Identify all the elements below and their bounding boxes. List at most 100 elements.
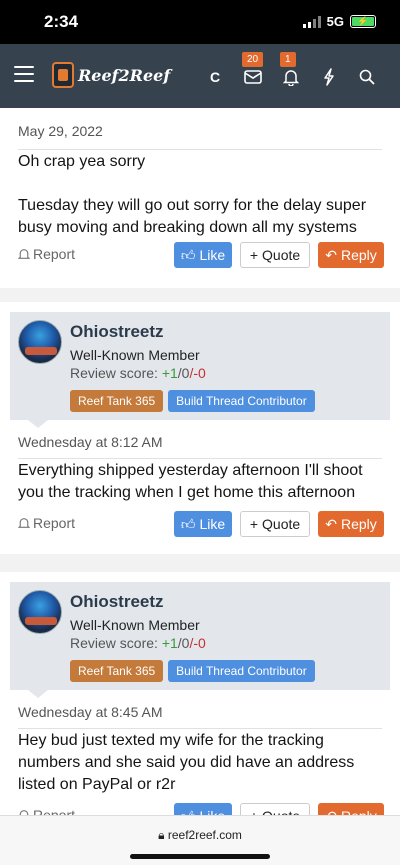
report-link[interactable]: Report (18, 515, 75, 531)
report-label: Report (33, 807, 76, 815)
like-label: Like (199, 516, 226, 532)
post-message: Everything shipped yesterday afternoon I… (18, 462, 363, 501)
plus-icon: + (249, 516, 259, 532)
username[interactable]: Ohiostreetz (70, 322, 164, 342)
bell-outline-icon (18, 517, 30, 528)
reply-label: Reply (340, 516, 377, 532)
reply-label: Reply (341, 808, 377, 815)
quote-button[interactable]: +Quote (240, 511, 310, 537)
reply-arrow-icon: ↶ (325, 246, 337, 263)
alerts-badge: 1 (280, 52, 296, 67)
message-line: Oh crap yea sorry (18, 153, 146, 170)
banner-build-thread: Build Thread Contributor (168, 660, 315, 682)
report-link[interactable]: Report (18, 246, 75, 262)
quote-button[interactable]: + Quote (240, 803, 310, 815)
like-button[interactable]: 👍︎Like (174, 511, 232, 537)
plus-icon: + (250, 808, 258, 815)
reply-arrow-icon: ↶ (325, 515, 337, 532)
inbox-badge: 20 (242, 52, 264, 67)
bell-icon (283, 69, 299, 86)
post-date: Wednesday at 8:12 AM (18, 434, 163, 450)
reply-arrow-icon: ↶ (325, 808, 337, 816)
lock-icon: 🔒︎ (158, 828, 165, 842)
score-negative: /-0 (189, 635, 206, 651)
lightning-icon (324, 68, 334, 86)
post-actions: Report 👍︎Like + Quote ↶ Reply (18, 803, 384, 815)
report-label: Report (33, 246, 76, 262)
inbox-button[interactable]: 20 (234, 52, 272, 88)
alerts-button[interactable]: 1 (272, 52, 310, 88)
post-divider (18, 149, 382, 150)
report-link[interactable]: Report (18, 807, 75, 815)
menu-icon[interactable] (14, 66, 34, 82)
quote-label: Quote (262, 516, 301, 532)
network-label: 5G (326, 14, 344, 29)
banner-build-thread: Build Thread Contributor (168, 390, 315, 412)
quote-label: Quote (262, 808, 300, 815)
post-actions: Report 👍︎Like +Quote ↶Reply (18, 511, 384, 537)
bell-outline-icon (18, 248, 30, 259)
like-label: Like (199, 808, 225, 815)
score-label: Review score: (70, 635, 158, 651)
user-title: Well-Known Member (70, 617, 200, 633)
post-3: Ohiostreetz Well-Known Member Review sco… (0, 572, 400, 815)
score-negative: /-0 (189, 365, 206, 381)
post-message: Hey bud just texted my wife for the trac… (18, 732, 355, 793)
logo-mark-icon (52, 62, 74, 88)
like-button[interactable]: 👍︎Like (174, 803, 232, 815)
post-actions: Report 👍︎Like +Quote ↶Reply (18, 242, 384, 268)
whats-new-button[interactable] (310, 66, 348, 88)
like-label: Like (199, 247, 226, 263)
status-indicators: 5G ⚡ (302, 14, 376, 29)
top-navbar: Reef2Reef C 20 1 (0, 44, 400, 108)
post-2: Ohiostreetz Well-Known Member Review sco… (0, 302, 400, 554)
c-button[interactable]: C (196, 66, 234, 88)
reply-button[interactable]: ↶Reply (318, 242, 384, 268)
search-button[interactable] (348, 66, 386, 88)
post-1: May 29, 2022 Oh crap yea sorry Tuesday t… (0, 108, 400, 288)
avatar[interactable] (18, 320, 62, 364)
score-neutral: /0 (177, 635, 190, 651)
avatar[interactable] (18, 590, 62, 634)
reply-label: Reply (340, 247, 377, 263)
user-info: Ohiostreetz Well-Known Member Review sco… (10, 582, 390, 690)
user-title: Well-Known Member (70, 347, 200, 363)
post-date: Wednesday at 8:45 AM (18, 704, 163, 720)
thumbs-up-icon: 👍︎ (181, 808, 196, 816)
browser-bottom-bar: 🔒︎ reef2reef.com (0, 815, 400, 865)
review-score: Review score: +1/0/-0 (70, 365, 206, 381)
message-line: Tuesday they will go out sorry for the d… (18, 197, 367, 236)
reply-button[interactable]: ↶ Reply (318, 803, 384, 815)
quote-button[interactable]: +Quote (240, 242, 310, 268)
banner-reef-tank: Reef Tank 365 (70, 660, 164, 682)
thumbs-up-icon: 👍︎ (180, 246, 196, 263)
search-icon (359, 69, 375, 85)
url-text: reef2reef.com (167, 828, 242, 842)
status-time: 2:34 (44, 12, 79, 31)
username[interactable]: Ohiostreetz (70, 592, 164, 612)
quote-label: Quote (262, 247, 301, 263)
post-date: May 29, 2022 (18, 123, 103, 139)
post-divider (18, 728, 382, 729)
c-label: C (209, 69, 221, 85)
nav-icons: C 20 1 (196, 52, 386, 88)
score-positive: +1 (161, 635, 178, 651)
status-bar: 2:34 5G ⚡ (0, 0, 400, 44)
home-indicator[interactable] (130, 854, 270, 859)
logo-text: Reef2Reef (78, 65, 171, 85)
score-positive: +1 (161, 365, 178, 381)
thumbs-up-icon: 👍︎ (180, 515, 196, 532)
like-button[interactable]: 👍︎Like (174, 242, 232, 268)
reply-button[interactable]: ↶Reply (318, 511, 384, 537)
site-logo[interactable]: Reef2Reef (52, 62, 170, 88)
user-info: Ohiostreetz Well-Known Member Review sco… (10, 312, 390, 420)
user-banners: Reef Tank 365 Build Thread Contributor (70, 660, 315, 682)
post-divider (18, 458, 382, 459)
user-banners: Reef Tank 365 Build Thread Contributor (70, 390, 315, 412)
banner-reef-tank: Reef Tank 365 (70, 390, 164, 412)
envelope-icon (244, 70, 262, 84)
user-block-pointer (28, 420, 48, 428)
signal-icon (302, 15, 321, 28)
address-bar[interactable]: 🔒︎ reef2reef.com (0, 828, 400, 843)
review-score: Review score: +1/0/-0 (70, 635, 206, 651)
